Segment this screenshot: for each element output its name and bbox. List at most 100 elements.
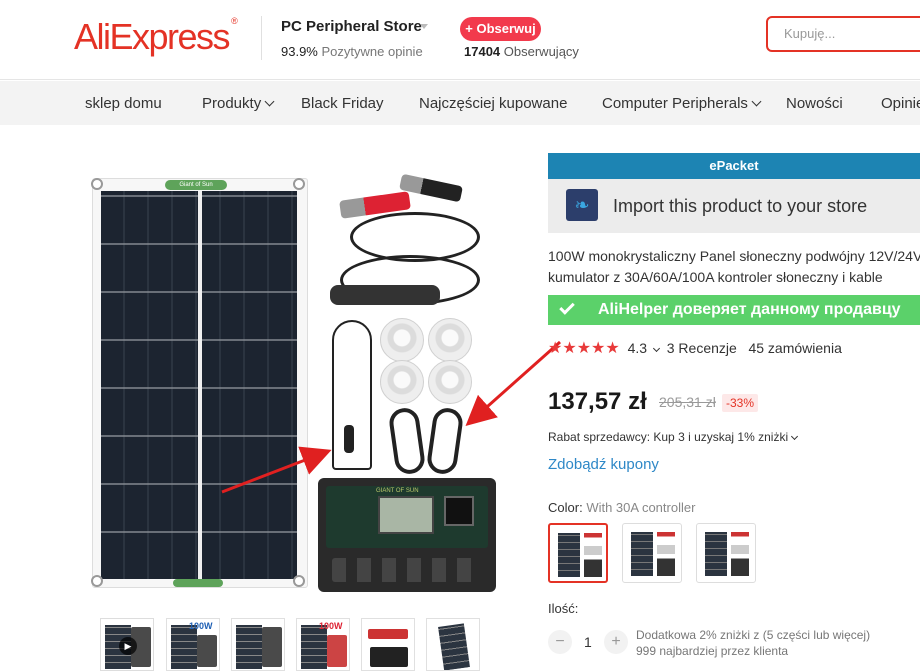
carabiner bbox=[387, 406, 427, 476]
grommet-icon bbox=[91, 575, 103, 587]
get-coupons-link[interactable]: Zdobądź kupony bbox=[548, 456, 659, 473]
store-rating: 93.9% Pozytywne opinie bbox=[281, 44, 423, 59]
usb-ports bbox=[444, 496, 474, 526]
thumbnail-image[interactable] bbox=[361, 618, 415, 671]
feather-logo-icon: ❧ bbox=[566, 189, 598, 221]
panel-divider bbox=[198, 191, 202, 579]
original-price: 205,31 zł bbox=[659, 394, 716, 410]
thumb-accessory bbox=[197, 635, 217, 667]
nav-label: Nowości bbox=[786, 95, 843, 112]
nav-item-products[interactable]: Produkty bbox=[202, 95, 275, 112]
color-label-key: Color: bbox=[548, 500, 583, 515]
import-product-button[interactable]: ❧ Import this product to your store bbox=[548, 179, 920, 233]
color-label: Color: With 30A controller bbox=[548, 500, 695, 515]
nav-label: Produkty bbox=[202, 95, 262, 112]
store-nav: sklep domu Produkty Black Friday Najczęś… bbox=[0, 81, 920, 125]
thumbnail-image[interactable]: 100W bbox=[296, 618, 350, 671]
chevron-down-icon bbox=[751, 96, 762, 107]
stock-note: 999 najbardziej przez klienta bbox=[636, 644, 789, 658]
swatch-panel bbox=[631, 532, 653, 576]
suction-cup bbox=[380, 360, 424, 404]
color-option-30a[interactable] bbox=[548, 523, 608, 583]
thumbnail-image[interactable] bbox=[426, 618, 480, 671]
nav-item-reviews[interactable]: Opinie bbox=[881, 95, 920, 112]
thumb-accessory bbox=[370, 647, 408, 667]
product-title-line: 100W monokrystaliczny Panel słoneczny po… bbox=[548, 248, 920, 264]
bulk-discount-note: Dodatkowa 2% zniżki z (5 części lub więc… bbox=[636, 628, 871, 642]
seller-discount[interactable]: Rabat sprzedawcy: Kup 3 i uzyskaj 1% zni… bbox=[548, 430, 799, 444]
followers-count: 17404 bbox=[464, 44, 501, 59]
shipping-badge: ePacket bbox=[548, 153, 920, 179]
car-plug bbox=[330, 285, 440, 305]
star-rating-icon: ★★★★★ bbox=[548, 340, 620, 357]
chevron-down-icon bbox=[791, 432, 799, 441]
positive-percent: 93.9% bbox=[281, 44, 318, 59]
quantity-label: Ilość: bbox=[548, 601, 579, 616]
nav-item-bestsellers[interactable]: Najczęściej kupowane bbox=[419, 95, 567, 112]
rating-value: 4.3 bbox=[627, 340, 648, 356]
thumb-badge: 100W bbox=[319, 621, 343, 631]
product-title: 100W monokrystaliczny Panel słoneczny po… bbox=[548, 246, 920, 288]
swatch-accessories bbox=[731, 532, 749, 576]
color-option-60a[interactable] bbox=[622, 523, 682, 583]
discount-badge: -33% bbox=[722, 394, 759, 412]
dc-plug bbox=[344, 425, 354, 453]
thumb-panel bbox=[438, 623, 470, 670]
nav-item-computer-peripherals[interactable]: Computer Peripherals bbox=[602, 95, 762, 112]
suction-cup bbox=[428, 318, 472, 362]
swatch-accessories bbox=[657, 532, 675, 576]
swatch-accessories bbox=[584, 533, 602, 577]
nav-item-black-friday[interactable]: Black Friday bbox=[301, 95, 384, 112]
current-price: 137,57 zł bbox=[548, 388, 647, 415]
nav-label: sklep domu bbox=[85, 95, 162, 112]
followers-info: 17404 Obserwujący bbox=[464, 44, 579, 59]
swatch-panel bbox=[558, 533, 580, 577]
nav-label: Najczęściej kupowane bbox=[419, 95, 568, 112]
orders-count: 45 zamówienia bbox=[748, 340, 842, 356]
solar-panel-image: Giant of Sun bbox=[91, 178, 308, 588]
nav-item-new[interactable]: Nowości bbox=[786, 95, 843, 112]
quantity-increase-button[interactable]: + bbox=[604, 630, 628, 654]
chevron-down-icon bbox=[264, 96, 275, 107]
store-dropdown-icon[interactable] bbox=[420, 24, 428, 29]
positive-label: Pozytywne opinie bbox=[321, 44, 423, 59]
followers-label: Obserwujący bbox=[503, 44, 579, 59]
chevron-down-icon bbox=[652, 344, 661, 353]
nav-label: Opinie bbox=[881, 95, 920, 112]
quantity-decrease-button[interactable]: − bbox=[548, 630, 572, 654]
quantity-note: Dodatkowa 2% zniżki z (5 części lub więc… bbox=[636, 627, 870, 659]
suction-cup bbox=[428, 360, 472, 404]
seller-discount-text: Rabat sprzedawcy: Kup 3 i uzyskaj 1% zni… bbox=[548, 430, 789, 444]
alihelper-trust-banner: AliHelper доверяет данному продавцу bbox=[548, 295, 920, 325]
panel-brand-label: Giant of Sun bbox=[165, 180, 227, 190]
checkmark-icon bbox=[559, 299, 575, 315]
thumb-badge: 100W bbox=[189, 621, 213, 631]
follow-button[interactable]: + Obserwuj bbox=[460, 17, 541, 41]
thumbnail-image[interactable]: 100W bbox=[166, 618, 220, 671]
thumb-accessory bbox=[327, 635, 347, 667]
thumb-accessory bbox=[262, 627, 282, 667]
charge-controller: GIANT OF SUN bbox=[318, 478, 496, 592]
nav-label: Computer Peripherals bbox=[602, 95, 748, 112]
import-label: Import this product to your store bbox=[613, 196, 868, 216]
top-header: AliExpress ® PC Peripheral Store 93.9% Po… bbox=[0, 0, 920, 80]
thumbnail-image[interactable] bbox=[231, 618, 285, 671]
thumbnail-video[interactable]: ▶ bbox=[100, 618, 154, 671]
suction-cup bbox=[380, 318, 424, 362]
color-option-100a[interactable] bbox=[696, 523, 756, 583]
nav-item-home[interactable]: sklep domu bbox=[85, 95, 162, 112]
search-input[interactable]: Kupuję... bbox=[766, 16, 920, 52]
controller-terminals bbox=[332, 558, 482, 582]
thumb-panel bbox=[236, 625, 262, 669]
grommet-icon bbox=[293, 178, 305, 190]
reviews-count[interactable]: 3 Recenzje bbox=[667, 340, 737, 356]
controller-lcd bbox=[378, 496, 434, 534]
grommet-icon bbox=[91, 178, 103, 190]
rating-row[interactable]: ★★★★★ 4.3 3 Recenzje 45 zamówienia bbox=[548, 338, 842, 358]
aliexpress-logo[interactable]: AliExpress ® bbox=[74, 16, 238, 58]
store-name[interactable]: PC Peripheral Store bbox=[281, 18, 422, 35]
arrow-to-carabiner bbox=[465, 340, 561, 426]
swatch-panel bbox=[705, 532, 727, 576]
quantity-value[interactable]: 1 bbox=[584, 634, 592, 650]
thumb-panel bbox=[171, 625, 197, 669]
